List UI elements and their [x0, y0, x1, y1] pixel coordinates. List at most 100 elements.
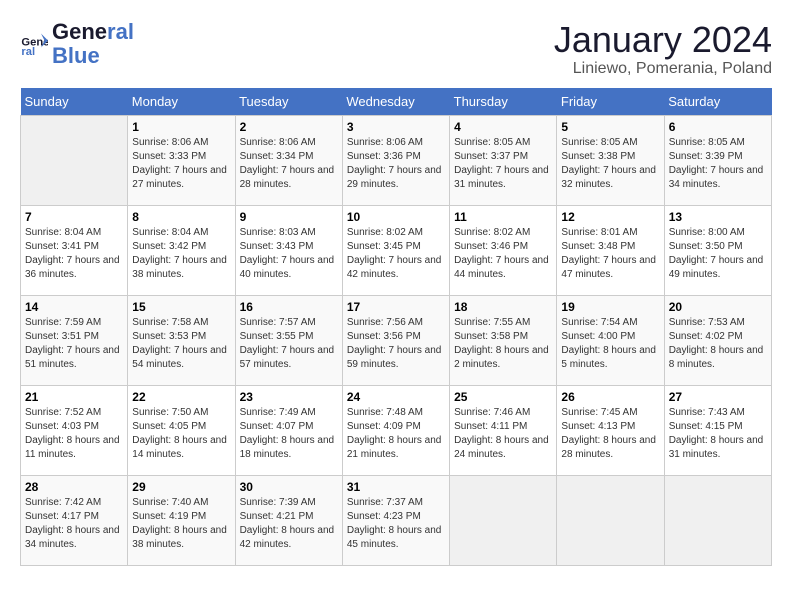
day-info: Sunrise: 8:03 AMSunset: 3:43 PMDaylight:… [240, 226, 338, 282]
day-number: 23 [240, 390, 338, 404]
day-number: 12 [561, 210, 659, 224]
calendar-cell: 22 Sunrise: 7:50 AMSunset: 4:05 PMDayligh… [128, 385, 235, 475]
day-number: 8 [132, 210, 230, 224]
calendar-cell: 5Sunrise: 8:05 AMSunset: 3:38 PMDaylight… [557, 115, 664, 205]
day-number: 18 [454, 300, 552, 314]
day-info: Sunrise: 8:05 AMSunset: 3:38 PMDaylight:… [561, 136, 659, 192]
week-row-5: 28 Sunrise: 7:42 AMSunset: 4:17 PMDayligh… [21, 475, 772, 565]
calendar-cell: 29 Sunrise: 7:40 AMSunset: 4:19 PMDayligh… [128, 475, 235, 565]
calendar-table: SundayMondayTuesdayWednesdayThursdayFrid… [20, 88, 772, 566]
weekday-header-saturday: Saturday [664, 88, 771, 116]
logo-icon: Gene ral [20, 30, 48, 58]
day-number: 17 [347, 300, 445, 314]
day-number: 24 [347, 390, 445, 404]
day-number: 9 [240, 210, 338, 224]
day-number: 16 [240, 300, 338, 314]
day-info: Sunrise: 8:04 AMSunset: 3:41 PMDaylight:… [25, 226, 123, 282]
weekday-header-friday: Friday [557, 88, 664, 116]
logo-text: GeneralBlue [52, 20, 134, 68]
calendar-cell: 7 Sunrise: 8:04 AMSunset: 3:41 PMDaylight… [21, 205, 128, 295]
page-header: Gene ral GeneralBlue January 2024 Liniew… [20, 20, 772, 78]
calendar-cell: 30 Sunrise: 7:39 AMSunset: 4:21 PMDayligh… [235, 475, 342, 565]
calendar-cell: 17Sunrise: 7:56 AMSunset: 3:56 PMDayligh… [342, 295, 449, 385]
day-info: Sunrise: 7:58 AMSunset: 3:53 PMDaylight:… [132, 316, 230, 372]
calendar-cell: 4Sunrise: 8:05 AMSunset: 3:37 PMDaylight… [450, 115, 557, 205]
calendar-cell: 16 Sunrise: 7:57 AMSunset: 3:55 PMDayligh… [235, 295, 342, 385]
day-info: Sunrise: 7:52 AMSunset: 4:03 PMDaylight:… [25, 406, 123, 462]
day-number: 31 [347, 480, 445, 494]
day-number: 7 [25, 210, 123, 224]
day-info: Sunrise: 7:46 AMSunset: 4:11 PMDaylight:… [454, 406, 552, 462]
day-info: Sunrise: 8:06 AMSunset: 3:33 PMDaylight:… [132, 136, 230, 192]
day-number: 6 [669, 120, 767, 134]
calendar-cell: 25Sunrise: 7:46 AMSunset: 4:11 PMDayligh… [450, 385, 557, 475]
calendar-cell: 14 Sunrise: 7:59 AMSunset: 3:51 PMDayligh… [21, 295, 128, 385]
calendar-cell: 20Sunrise: 7:53 AMSunset: 4:02 PMDayligh… [664, 295, 771, 385]
weekday-header-thursday: Thursday [450, 88, 557, 116]
calendar-cell: 9 Sunrise: 8:03 AMSunset: 3:43 PMDaylight… [235, 205, 342, 295]
calendar-cell: 24 Sunrise: 7:48 AMSunset: 4:09 PMDayligh… [342, 385, 449, 475]
calendar-cell: 21 Sunrise: 7:52 AMSunset: 4:03 PMDayligh… [21, 385, 128, 475]
day-number: 11 [454, 210, 552, 224]
day-number: 15 [132, 300, 230, 314]
svg-text:ral: ral [21, 46, 35, 58]
day-info: Sunrise: 8:05 AMSunset: 3:39 PMDaylight:… [669, 136, 767, 192]
day-number: 26 [561, 390, 659, 404]
day-number: 13 [669, 210, 767, 224]
day-number: 21 [25, 390, 123, 404]
day-number: 29 [132, 480, 230, 494]
calendar-cell [21, 115, 128, 205]
calendar-cell [664, 475, 771, 565]
day-info: Sunrise: 7:48 AMSunset: 4:09 PMDaylight:… [347, 406, 445, 462]
day-number: 27 [669, 390, 767, 404]
day-info: Sunrise: 7:40 AMSunset: 4:19 PMDaylight:… [132, 496, 230, 552]
day-info: Sunrise: 8:06 AMSunset: 3:34 PMDaylight:… [240, 136, 338, 192]
calendar-cell: 12 Sunrise: 8:01 AMSunset: 3:48 PMDayligh… [557, 205, 664, 295]
month-title: January 2024 [554, 20, 772, 60]
calendar-cell: 11 Sunrise: 8:02 AMSunset: 3:46 PMDayligh… [450, 205, 557, 295]
calendar-cell: 8 Sunrise: 8:04 AMSunset: 3:42 PMDaylight… [128, 205, 235, 295]
calendar-cell: 23 Sunrise: 7:49 AMSunset: 4:07 PMDayligh… [235, 385, 342, 475]
calendar-cell: 2 Sunrise: 8:06 AMSunset: 3:34 PMDaylight… [235, 115, 342, 205]
day-number: 30 [240, 480, 338, 494]
calendar-cell: 15 Sunrise: 7:58 AMSunset: 3:53 PMDayligh… [128, 295, 235, 385]
week-row-3: 14 Sunrise: 7:59 AMSunset: 3:51 PMDayligh… [21, 295, 772, 385]
calendar-cell: 26 Sunrise: 7:45 AMSunset: 4:13 PMDayligh… [557, 385, 664, 475]
day-info: Sunrise: 8:04 AMSunset: 3:42 PMDaylight:… [132, 226, 230, 282]
day-info: Sunrise: 8:02 AMSunset: 3:46 PMDaylight:… [454, 226, 552, 282]
day-info: Sunrise: 8:01 AMSunset: 3:48 PMDaylight:… [561, 226, 659, 282]
day-info: Sunrise: 7:37 AMSunset: 4:23 PMDaylight:… [347, 496, 445, 552]
day-number: 28 [25, 480, 123, 494]
day-info: Sunrise: 7:54 AMSunset: 4:00 PMDaylight:… [561, 316, 659, 372]
calendar-cell: 10 Sunrise: 8:02 AMSunset: 3:45 PMDayligh… [342, 205, 449, 295]
day-info: Sunrise: 7:42 AMSunset: 4:17 PMDaylight:… [25, 496, 123, 552]
calendar-cell: 13 Sunrise: 8:00 AMSunset: 3:50 PMDayligh… [664, 205, 771, 295]
day-number: 10 [347, 210, 445, 224]
day-number: 1 [132, 120, 230, 134]
week-row-1: 1 Sunrise: 8:06 AMSunset: 3:33 PMDaylight… [21, 115, 772, 205]
week-row-2: 7 Sunrise: 8:04 AMSunset: 3:41 PMDaylight… [21, 205, 772, 295]
weekday-header-tuesday: Tuesday [235, 88, 342, 116]
calendar-cell: 6 Sunrise: 8:05 AMSunset: 3:39 PMDaylight… [664, 115, 771, 205]
day-info: Sunrise: 7:50 AMSunset: 4:05 PMDaylight:… [132, 406, 230, 462]
calendar-cell: 1 Sunrise: 8:06 AMSunset: 3:33 PMDaylight… [128, 115, 235, 205]
day-info: Sunrise: 8:06 AMSunset: 3:36 PMDaylight:… [347, 136, 445, 192]
weekday-header-monday: Monday [128, 88, 235, 116]
day-info: Sunrise: 8:02 AMSunset: 3:45 PMDaylight:… [347, 226, 445, 282]
day-number: 22 [132, 390, 230, 404]
day-number: 14 [25, 300, 123, 314]
calendar-cell: 3 Sunrise: 8:06 AMSunset: 3:36 PMDaylight… [342, 115, 449, 205]
day-number: 2 [240, 120, 338, 134]
day-info: Sunrise: 7:45 AMSunset: 4:13 PMDaylight:… [561, 406, 659, 462]
calendar-cell: 31 Sunrise: 7:37 AMSunset: 4:23 PMDayligh… [342, 475, 449, 565]
day-info: Sunrise: 8:00 AMSunset: 3:50 PMDaylight:… [669, 226, 767, 282]
logo: Gene ral GeneralBlue [20, 20, 134, 68]
day-info: Sunrise: 7:57 AMSunset: 3:55 PMDaylight:… [240, 316, 338, 372]
day-info: Sunrise: 7:39 AMSunset: 4:21 PMDaylight:… [240, 496, 338, 552]
calendar-cell: 18Sunrise: 7:55 AMSunset: 3:58 PMDayligh… [450, 295, 557, 385]
day-info: Sunrise: 7:43 AMSunset: 4:15 PMDaylight:… [669, 406, 767, 462]
day-info: Sunrise: 7:59 AMSunset: 3:51 PMDaylight:… [25, 316, 123, 372]
day-info: Sunrise: 7:49 AMSunset: 4:07 PMDaylight:… [240, 406, 338, 462]
day-number: 3 [347, 120, 445, 134]
day-number: 20 [669, 300, 767, 314]
